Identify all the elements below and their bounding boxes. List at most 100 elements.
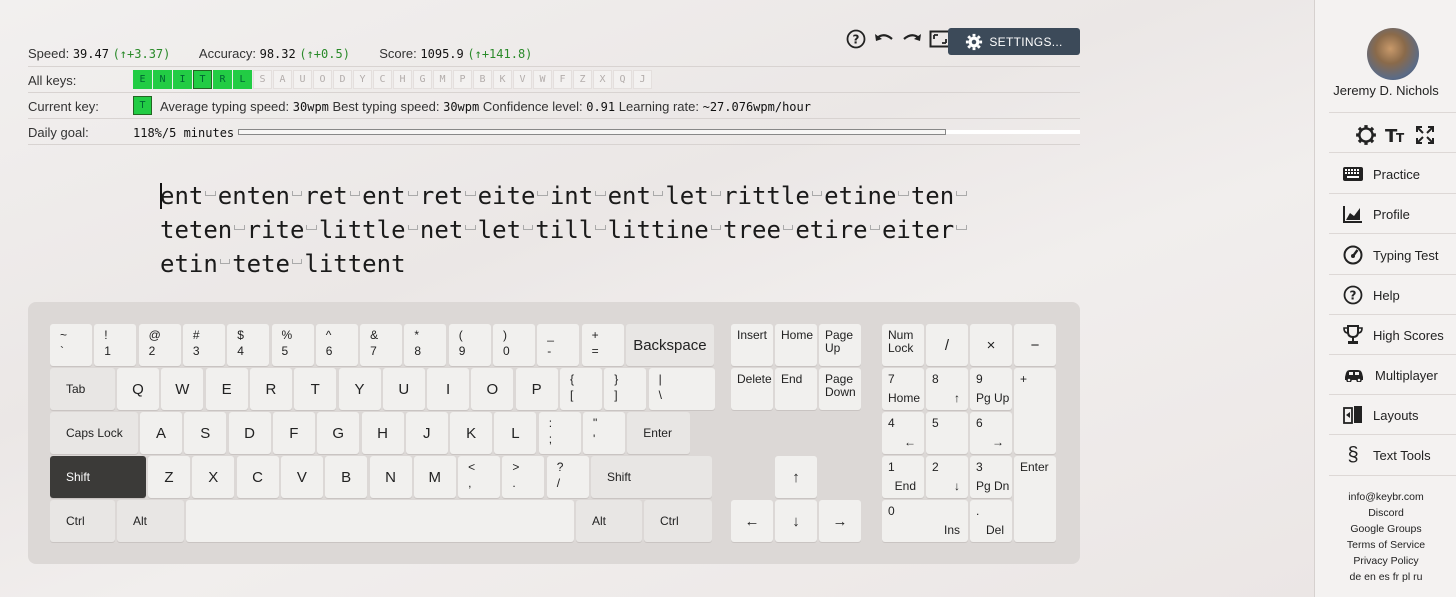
key-0[interactable]: ) 0 (493, 324, 535, 366)
undo-icon[interactable] (873, 28, 895, 50)
help-circle-icon[interactable]: ? (845, 28, 867, 50)
key-b[interactable]: B (325, 456, 368, 498)
key-9[interactable]: (9 (448, 324, 491, 366)
key-num-1[interactable]: 1 End (882, 456, 924, 498)
sidebar-item-profile[interactable]: Profile (1343, 200, 1456, 228)
font-size-icon[interactable]: TT (1385, 125, 1407, 150)
key-num-0[interactable]: 0 Ins (882, 500, 968, 542)
key-num-minus[interactable]: − (1014, 324, 1056, 366)
key-num-multiply[interactable]: × (970, 324, 1012, 366)
key-arrow-left[interactable]: ← (731, 500, 773, 542)
key-z[interactable]: Z (148, 456, 190, 498)
key-c[interactable]: C (236, 456, 279, 498)
key-ctrl-right[interactable]: Ctrl (644, 500, 712, 542)
key-o[interactable]: O (471, 368, 514, 410)
key-num-3[interactable]: 3 Pg Dn (970, 456, 1012, 498)
key-arrow-right[interactable]: → (819, 500, 861, 542)
key-symbol[interactable]: ? / (546, 456, 589, 498)
sidebar-item-typing-test[interactable]: Typing Test (1343, 241, 1456, 269)
key-space[interactable] (186, 500, 574, 542)
key-symbol[interactable]: {[ (560, 368, 602, 410)
key-num-9[interactable]: 9 Pg Up (970, 368, 1012, 410)
key-enter[interactable]: Enter (627, 412, 690, 454)
footer-link-discord[interactable]: Discord (1315, 505, 1456, 521)
key-8[interactable]: * 8 (404, 324, 447, 366)
footer-link-languages[interactable]: de en es fr pl ru (1315, 569, 1456, 585)
footer-link-email[interactable]: info@keybr.com (1315, 489, 1456, 505)
key-num-5[interactable]: 5 (926, 412, 968, 454)
key-t[interactable]: T (294, 368, 337, 410)
key-arrow-up[interactable]: ↑ (775, 456, 817, 498)
key-insert[interactable]: Insert (731, 324, 773, 366)
key-tab[interactable]: Tab (50, 368, 115, 410)
key-symbol[interactable]: " ' (583, 412, 625, 454)
key-home[interactable]: Home (775, 324, 817, 366)
key-a[interactable]: A (140, 412, 182, 454)
key-symbol[interactable]: <, (458, 456, 501, 498)
theme-gear-icon[interactable] (1355, 124, 1377, 151)
key-delete[interactable]: Delete (731, 368, 773, 410)
key-k[interactable]: K (450, 412, 493, 454)
key-num-6[interactable]: 6 → (970, 412, 1012, 454)
key--[interactable]: _ - (537, 324, 580, 366)
key-d[interactable]: D (228, 412, 271, 454)
key-w[interactable]: W (161, 368, 204, 410)
key-s[interactable]: S (184, 412, 227, 454)
footer-link-privacy[interactable]: Privacy Policy (1315, 553, 1456, 569)
key-v[interactable]: V (280, 456, 323, 498)
key-x[interactable]: X (192, 456, 235, 498)
footer-link-google-groups[interactable]: Google Groups (1315, 521, 1456, 537)
key-=[interactable]: + = (581, 324, 624, 366)
key-num-4[interactable]: 4 ← (882, 412, 924, 454)
key-h[interactable]: H (361, 412, 404, 454)
key-p[interactable]: P (515, 368, 558, 410)
key-1[interactable]: ! 1 (94, 324, 137, 366)
sidebar-item-help[interactable]: ? Help (1343, 281, 1456, 309)
key-alt-left[interactable]: Alt (117, 500, 184, 542)
key-symbol[interactable]: | \ (648, 368, 715, 410)
key-j[interactable]: J (405, 412, 448, 454)
key-num-lock[interactable]: Num Lock (882, 324, 924, 366)
sidebar-item-multiplayer[interactable]: Multiplayer (1343, 361, 1456, 389)
key-num-divide[interactable]: / (926, 324, 968, 366)
avatar[interactable] (1367, 28, 1419, 80)
practice-text[interactable]: ent enten ret ent ret eite int ent let rittle etin… (160, 170, 967, 278)
key-4[interactable]: $4 (227, 324, 270, 366)
settings-button[interactable]: SETTINGS... (948, 28, 1080, 55)
key-g[interactable]: G (317, 412, 360, 454)
key-symbol[interactable]: >. (502, 456, 545, 498)
key-page-up[interactable]: Page Up (819, 324, 861, 366)
key-ctrl-left[interactable]: Ctrl (50, 500, 115, 542)
key-r[interactable]: R (249, 368, 292, 410)
sidebar-item-text-tools[interactable]: § Text Tools (1343, 441, 1456, 469)
sidebar-item-practice[interactable]: Practice (1343, 160, 1456, 188)
key-f[interactable]: F (272, 412, 315, 454)
username[interactable]: Jeremy D. Nichols (1315, 83, 1456, 98)
key-3[interactable]: #3 (182, 324, 225, 366)
key-5[interactable]: % 5 (271, 324, 314, 366)
key-2[interactable]: @2 (138, 324, 181, 366)
sidebar-item-layouts[interactable]: Layouts (1343, 401, 1456, 429)
key-symbol[interactable]: :; (538, 412, 581, 454)
key-shift-right[interactable]: Shift (591, 456, 712, 498)
key-i[interactable]: I (427, 368, 470, 410)
sidebar-item-high-scores[interactable]: High Scores (1343, 321, 1456, 349)
key-symbol[interactable]: }] (604, 368, 647, 410)
key-num-8[interactable]: 8 ↑ (926, 368, 968, 410)
key-y[interactable]: Y (338, 368, 381, 410)
key-m[interactable]: M (413, 456, 456, 498)
key-n[interactable]: N (369, 456, 412, 498)
key-shift-left[interactable]: Shift (50, 456, 146, 498)
key-q[interactable]: Q (117, 368, 159, 410)
key-caps-lock[interactable]: Caps Lock (50, 412, 138, 454)
key-end[interactable]: End (775, 368, 817, 410)
expand-icon[interactable] (1415, 125, 1435, 150)
key-l[interactable]: L (494, 412, 537, 454)
key-alt-right[interactable]: Alt (576, 500, 642, 542)
redo-icon[interactable] (901, 28, 923, 50)
key-6[interactable]: ^ 6 (315, 324, 358, 366)
key-num-2[interactable]: 2 ↓ (926, 456, 968, 498)
key-u[interactable]: U (382, 368, 425, 410)
key-num-7[interactable]: 7 Home (882, 368, 924, 410)
key-backspace[interactable]: Backspace (625, 324, 714, 366)
